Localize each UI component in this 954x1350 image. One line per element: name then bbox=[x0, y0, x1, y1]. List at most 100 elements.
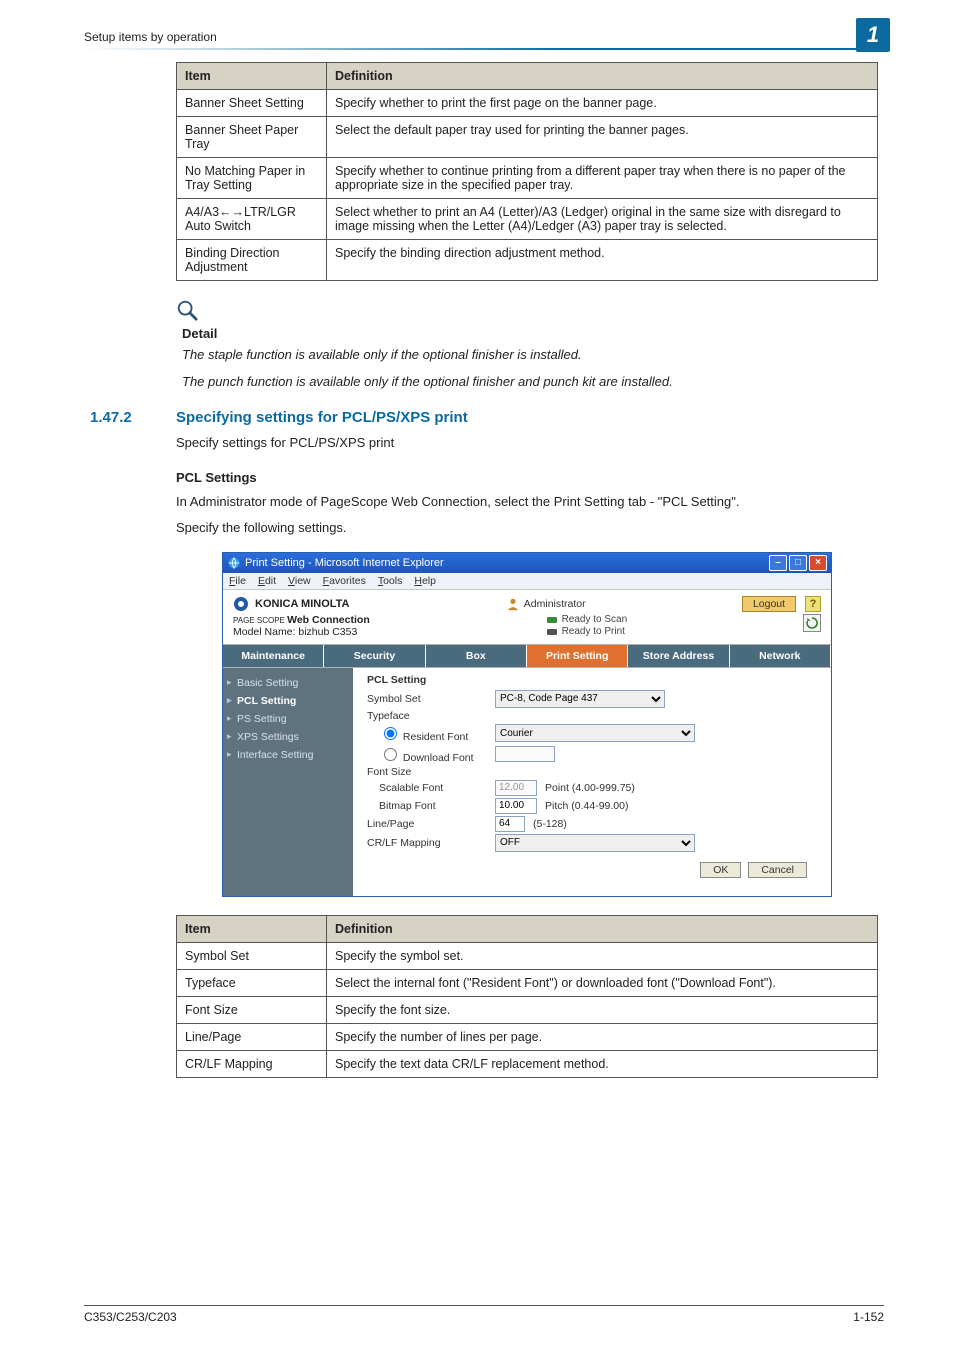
ok-button[interactable]: OK bbox=[700, 862, 741, 878]
sidebar-item-interface[interactable]: Interface Setting bbox=[223, 746, 353, 764]
cell-def: Specify the binding direction adjustment… bbox=[327, 240, 878, 281]
cell-def: Select the internal font ("Resident Font… bbox=[327, 969, 878, 996]
cell-item: Typeface bbox=[177, 969, 327, 996]
input-line-page[interactable] bbox=[495, 816, 525, 832]
tab-security[interactable]: Security bbox=[324, 645, 425, 667]
label-download-font: Download Font bbox=[403, 752, 474, 764]
detail-text-2: The punch function is available only if … bbox=[182, 374, 878, 389]
menu-edit[interactable]: Edit bbox=[258, 575, 276, 587]
tab-store-address[interactable]: Store Address bbox=[628, 645, 729, 667]
th-item: Item bbox=[177, 63, 327, 90]
cell-def: Specify the symbol set. bbox=[327, 942, 878, 969]
section-para-1: In Administrator mode of PageScope Web C… bbox=[176, 493, 878, 511]
window-titlebar: Print Setting - Microsoft Internet Explo… bbox=[223, 553, 831, 573]
browser-window: Print Setting - Microsoft Internet Explo… bbox=[222, 552, 832, 897]
th-item: Item bbox=[177, 915, 327, 942]
header-rule bbox=[84, 48, 884, 50]
detail-text-1: The staple function is available only if… bbox=[182, 347, 878, 362]
scan-status-icon bbox=[546, 614, 558, 626]
label-typeface: Typeface bbox=[367, 710, 487, 722]
cell-item: CR/LF Mapping bbox=[177, 1050, 327, 1077]
logout-button[interactable]: Logout bbox=[742, 596, 796, 612]
table-row: Typeface Select the internal font ("Resi… bbox=[177, 969, 878, 996]
select-symbol-set[interactable]: PC-8, Code Page 437 bbox=[495, 690, 665, 708]
definitions-table-top: Item Definition Banner Sheet Setting Spe… bbox=[176, 62, 878, 281]
cell-def: Specify the text data CR/LF replacement … bbox=[327, 1050, 878, 1077]
section-title: Specifying settings for PCL/PS/XPS print bbox=[176, 409, 468, 426]
cell-def: Specify the font size. bbox=[327, 996, 878, 1023]
brand-name: KONICA MINOLTA bbox=[255, 598, 350, 610]
web-connection-label: Web Connection bbox=[287, 614, 370, 626]
pagescope-prefix: PAGE SCOPE bbox=[233, 616, 287, 625]
input-download-font[interactable] bbox=[495, 746, 555, 762]
table-row: Binding Direction Adjustment Specify the… bbox=[177, 240, 878, 281]
definitions-table-bottom: Item Definition Symbol Set Specify the s… bbox=[176, 915, 878, 1078]
radio-resident-font[interactable] bbox=[384, 727, 397, 740]
label-symbol-set: Symbol Set bbox=[367, 693, 487, 705]
range-bitmap: Pitch (0.44-99.00) bbox=[545, 800, 628, 812]
tab-maintenance[interactable]: Maintenance bbox=[223, 645, 324, 667]
minimize-button[interactable]: – bbox=[769, 555, 787, 571]
refresh-button[interactable] bbox=[803, 614, 821, 632]
table-row: CR/LF Mapping Specify the text data CR/L… bbox=[177, 1050, 878, 1077]
input-bitmap-font[interactable] bbox=[495, 798, 537, 814]
menu-help[interactable]: Help bbox=[414, 575, 436, 587]
table-row: Banner Sheet Paper Tray Select the defau… bbox=[177, 117, 878, 158]
label-scalable-font: Scalable Font bbox=[367, 782, 487, 794]
refresh-icon bbox=[806, 617, 818, 629]
cell-def: Specify whether to print the first page … bbox=[327, 90, 878, 117]
cancel-button[interactable]: Cancel bbox=[748, 862, 807, 878]
tab-print-setting[interactable]: Print Setting bbox=[527, 645, 628, 667]
form-area: PCL Setting Symbol Set PC-8, Code Page 4… bbox=[353, 668, 831, 896]
cell-item: Banner Sheet Setting bbox=[177, 90, 327, 117]
tab-box[interactable]: Box bbox=[426, 645, 527, 667]
ready-print-label: Ready to Print bbox=[562, 626, 625, 637]
label-font-size: Font Size bbox=[367, 766, 487, 778]
sidebar-item-ps[interactable]: PS Setting bbox=[223, 710, 353, 728]
table-row: Line/Page Specify the number of lines pe… bbox=[177, 1023, 878, 1050]
sidebar-item-basic[interactable]: Basic Setting bbox=[223, 674, 353, 692]
admin-icon bbox=[506, 597, 520, 611]
sidebar-item-pcl[interactable]: PCL Setting bbox=[223, 692, 353, 710]
sidebar-item-xps[interactable]: XPS Settings bbox=[223, 728, 353, 746]
detail-label: Detail bbox=[182, 326, 878, 341]
menu-favorites[interactable]: Favorites bbox=[323, 575, 366, 587]
form-title: PCL Setting bbox=[367, 674, 821, 686]
footer-left: C353/C253/C203 bbox=[84, 1310, 177, 1324]
close-button[interactable]: × bbox=[809, 555, 827, 571]
table-row: Font Size Specify the font size. bbox=[177, 996, 878, 1023]
input-scalable-font[interactable] bbox=[495, 780, 537, 796]
help-icon[interactable]: ? bbox=[805, 596, 821, 612]
print-status-icon bbox=[546, 626, 558, 638]
chapter-badge: 1 bbox=[856, 18, 890, 52]
maximize-button[interactable]: □ bbox=[789, 555, 807, 571]
select-resident-font[interactable]: Courier bbox=[495, 724, 695, 742]
th-definition: Definition bbox=[327, 915, 878, 942]
tab-network[interactable]: Network bbox=[730, 645, 831, 667]
label-crlf-mapping: CR/LF Mapping bbox=[367, 837, 487, 849]
section-intro: Specify settings for PCL/PS/XPS print bbox=[176, 434, 878, 452]
footer-right: 1-152 bbox=[853, 1310, 884, 1324]
magnifier-icon bbox=[176, 299, 198, 321]
th-definition: Definition bbox=[327, 63, 878, 90]
select-crlf-mapping[interactable]: OFF bbox=[495, 834, 695, 852]
table-row: No Matching Paper in Tray Setting Specif… bbox=[177, 158, 878, 199]
menu-view[interactable]: View bbox=[288, 575, 311, 587]
range-line-page: (5-128) bbox=[533, 818, 567, 830]
cell-def: Select whether to print an A4 (Letter)/A… bbox=[327, 199, 878, 240]
model-name-label: Model Name: bizhub C353 bbox=[233, 626, 370, 638]
breadcrumb: Setup items by operation bbox=[84, 30, 884, 48]
cell-item: Line/Page bbox=[177, 1023, 327, 1050]
table-row: Banner Sheet Setting Specify whether to … bbox=[177, 90, 878, 117]
sub-heading: PCL Settings bbox=[176, 470, 878, 485]
brand-logo-icon bbox=[233, 596, 249, 612]
cell-def: Specify whether to continue printing fro… bbox=[327, 158, 878, 199]
menu-tools[interactable]: Tools bbox=[378, 575, 403, 587]
tab-bar: Maintenance Security Box Print Setting S… bbox=[223, 644, 831, 668]
browser-menubar: File Edit View Favorites Tools Help bbox=[223, 573, 831, 590]
label-line-page: Line/Page bbox=[367, 818, 487, 830]
label-bitmap-font: Bitmap Font bbox=[367, 800, 487, 812]
menu-file[interactable]: File bbox=[229, 575, 246, 587]
radio-download-font[interactable] bbox=[384, 748, 397, 761]
cell-item: Font Size bbox=[177, 996, 327, 1023]
